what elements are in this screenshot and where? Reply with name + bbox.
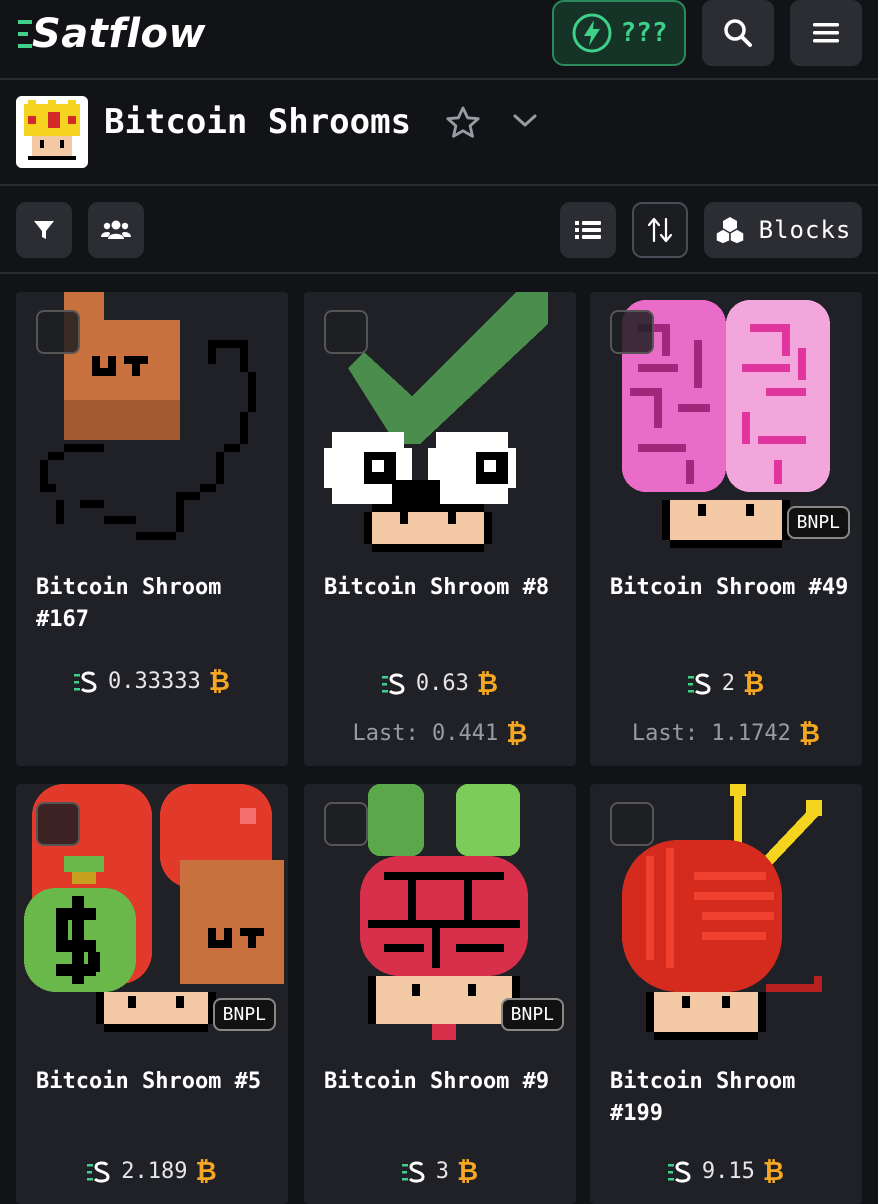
menu-icon [813,23,839,43]
select-checkbox[interactable] [610,802,654,846]
collection-header: Bitcoin Shrooms [0,80,878,186]
collection-dropdown[interactable] [512,112,538,134]
collection-avatar [16,96,88,168]
nft-card[interactable]: Bitcoin Shroom #199 9.15 ₿ [590,784,862,1204]
select-checkbox[interactable] [324,802,368,846]
view-toolbar: Blocks [0,186,878,274]
satflow-logo-icon [18,20,32,48]
select-checkbox[interactable] [36,310,80,354]
bitcoin-icon: ₿ [457,1157,479,1187]
nft-name: Bitcoin Shroom #167 [36,575,222,632]
menu-button[interactable] [790,0,862,66]
blocks-button[interactable]: Blocks [704,202,862,258]
last-sale-value: Last: 1.1742 [631,721,791,746]
nft-price: 2 ₿ [590,668,862,699]
blocks-icon [714,217,745,244]
lightning-icon [572,13,612,53]
price-value: 3 [435,1159,450,1184]
bnpl-badge: BNPL [786,506,850,539]
nft-price: 0.63 ₿ [304,668,576,699]
satflow-s-icon [687,672,711,695]
satflow-s-icon [401,1160,425,1183]
satflow-s-icon [74,670,97,693]
bitcoin-icon: ₿ [798,719,821,749]
lightning-label: ??? [620,18,668,48]
bitcoin-icon: ₿ [208,667,230,697]
bitcoin-icon: ₿ [195,1157,217,1187]
nft-card[interactable]: Bitcoin Shroom #8 0.63 ₿ Last: 0.441 ₿ [304,292,576,766]
collection-title: Bitcoin Shrooms [104,102,412,142]
bitcoin-icon: ₿ [506,719,528,749]
price-value: 0.33333 [108,669,201,694]
nft-name: Bitcoin Shroom #9 [324,1069,550,1094]
nft-price: 3 ₿ [304,1156,576,1187]
nft-card[interactable]: BNPL Bitcoin Shroom #5 2.189 ₿ [16,784,288,1204]
top-bar: Satflow ??? [0,0,878,80]
favorite-button[interactable] [444,104,482,146]
satflow-s-icon [667,1160,691,1183]
nft-card[interactable]: BNPL Bitcoin Shroom #49 2 ₿ Last: 1.1742… [590,292,862,766]
bnpl-badge: BNPL [212,998,276,1031]
price-value: 0.63 [415,671,469,696]
blocks-label: Blocks [758,216,852,244]
sort-icon [647,217,673,243]
last-sale-value: Last: 0.441 [352,721,499,746]
filter-icon [34,221,54,239]
select-checkbox[interactable] [610,310,654,354]
select-checkbox[interactable] [36,802,80,846]
nft-card[interactable]: Bitcoin Shroom #167 0.33333 ₿ [16,292,288,766]
bitcoin-icon: ₿ [762,1157,785,1187]
bnpl-badge: BNPL [500,998,564,1031]
sort-button[interactable] [632,202,688,258]
search-icon [724,19,752,47]
nft-name: Bitcoin Shroom #8 [324,575,550,600]
users-icon [101,220,131,239]
nft-name: Bitcoin Shroom #49 [610,575,849,600]
last-sale: Last: 1.1742 ₿ [590,718,862,749]
brand-name: Satflow [32,11,206,57]
satflow-logo[interactable]: Satflow [18,10,206,58]
filter-button[interactable] [16,202,72,258]
last-sale: Last: 0.441 ₿ [304,718,576,749]
bitcoin-icon: ₿ [476,669,499,699]
price-value: 2.189 [121,1159,188,1184]
star-icon [446,106,480,138]
nft-card[interactable]: BNPL Bitcoin Shroom #9 3 ₿ [304,784,576,1204]
nft-name: Bitcoin Shroom #199 [610,1069,796,1126]
price-value: 2 [721,671,736,696]
holders-button[interactable] [88,202,144,258]
nft-price: 0.33333 ₿ [16,666,288,697]
nft-name: Bitcoin Shroom #5 [36,1069,262,1094]
bitcoin-icon: ₿ [743,669,765,699]
list-icon [575,221,601,239]
lightning-button[interactable]: ??? [552,0,686,66]
satflow-s-icon [381,672,405,695]
nft-price: 9.15 ₿ [590,1156,862,1187]
list-view-button[interactable] [560,202,616,258]
chevron-down-icon [513,114,537,127]
select-checkbox[interactable] [324,310,368,354]
search-button[interactable] [702,0,774,66]
nft-price: 2.189 ₿ [16,1156,288,1187]
satflow-s-icon [87,1160,110,1183]
price-value: 9.15 [701,1159,755,1184]
